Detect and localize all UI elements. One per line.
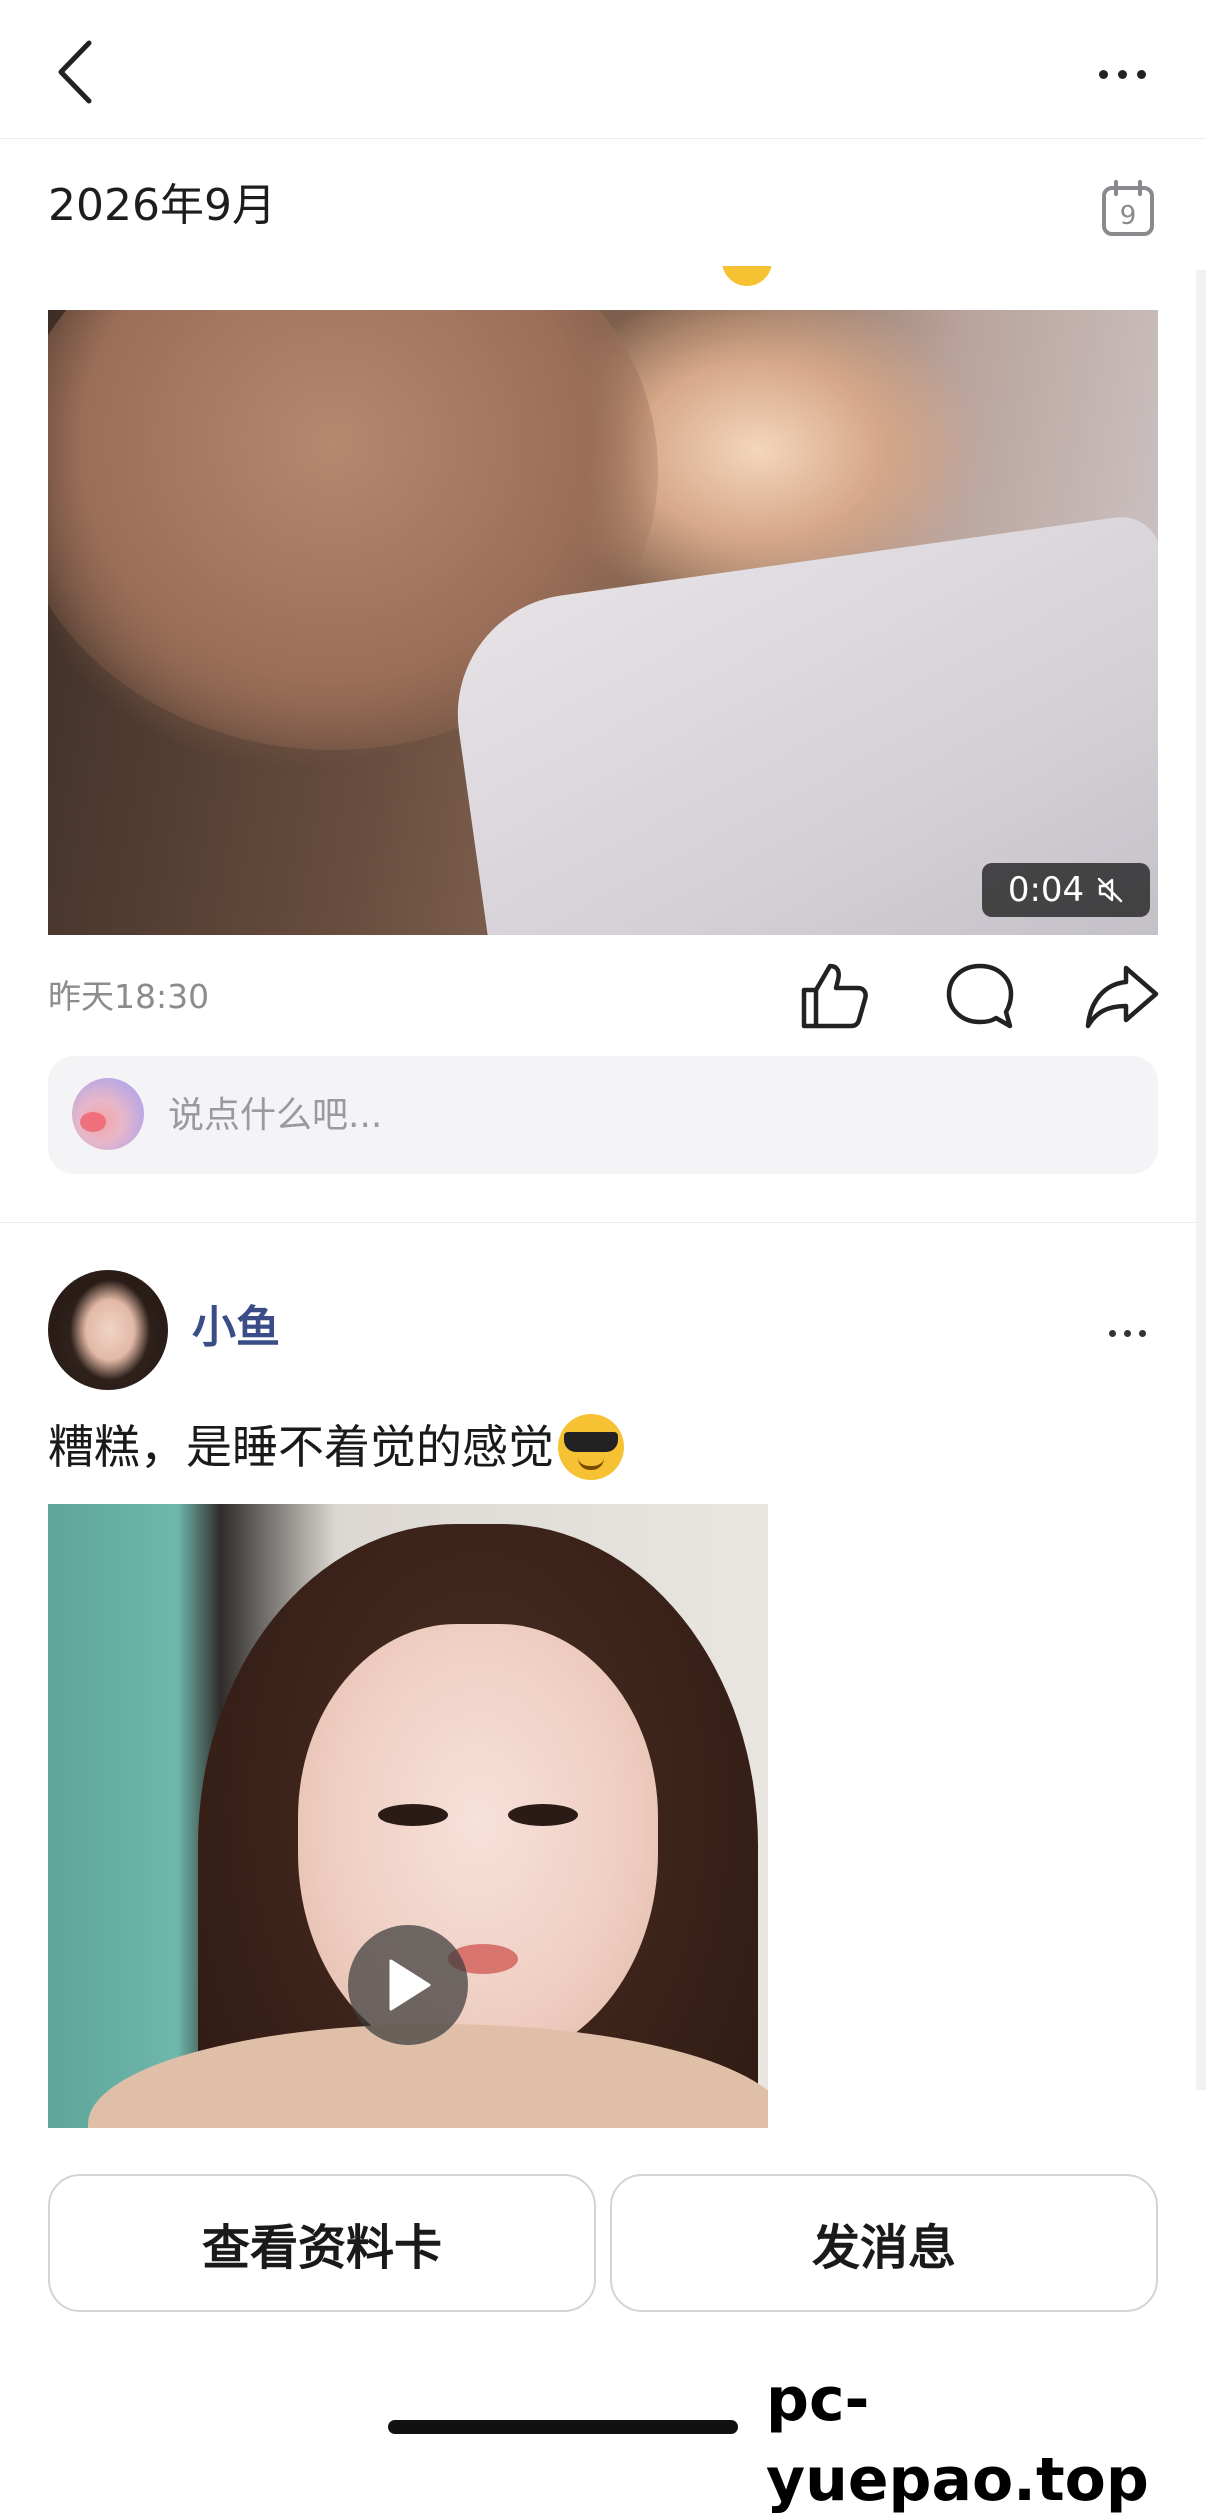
scroll-edge	[1196, 270, 1206, 2090]
share-button[interactable]	[1082, 958, 1162, 1034]
video-subject-eye	[508, 1804, 578, 1826]
like-button[interactable]	[796, 958, 872, 1034]
author-username[interactable]: 小鱼	[192, 1300, 280, 1356]
chevron-left-icon	[58, 40, 92, 104]
comment-input-placeholder[interactable]: 说点什么吧...	[168, 1093, 382, 1139]
video-duration: 0:04	[1007, 870, 1085, 910]
emoji-peek	[722, 266, 772, 286]
month-label: 2026年9月	[48, 180, 276, 231]
more-horizontal-icon	[1105, 1322, 1150, 1341]
video-subject-eye	[378, 1804, 448, 1826]
post-divider	[0, 1222, 1206, 1223]
home-indicator[interactable]	[388, 2420, 738, 2434]
back-button[interactable]	[40, 30, 110, 114]
more-horizontal-icon	[1094, 64, 1151, 83]
post-more-button[interactable]	[1092, 1306, 1162, 1356]
thumbs-up-icon	[801, 963, 868, 1029]
more-options-button[interactable]	[1082, 40, 1162, 106]
author-avatar[interactable]	[48, 1270, 168, 1390]
post-caption-text: 糟糕，是睡不着觉的感觉	[48, 1420, 554, 1474]
view-profile-card-button[interactable]: 查看资料卡	[48, 2174, 596, 2312]
post-video-1[interactable]	[48, 310, 1158, 935]
my-avatar	[72, 1078, 144, 1150]
video-duration-badge: 0:04	[982, 863, 1150, 917]
play-button[interactable]	[348, 1925, 468, 2045]
post-caption: 糟糕，是睡不着觉的感觉	[48, 1414, 624, 1480]
play-icon	[389, 1959, 431, 2011]
watermark-text: pc-yuepao.top	[758, 2360, 1206, 2520]
calendar-day: 9	[1120, 201, 1137, 231]
muted-speaker-icon[interactable]	[1096, 876, 1124, 904]
top-nav-bar	[0, 0, 1206, 139]
post-timestamp: 昨天18:30	[48, 977, 210, 1016]
send-message-button[interactable]: 发消息	[610, 2174, 1158, 2312]
calendar-icon: 9	[1102, 180, 1154, 236]
calendar-button[interactable]: 9	[1100, 178, 1156, 238]
share-arrow-icon	[1085, 965, 1159, 1029]
comment-bubble-icon	[946, 963, 1014, 1029]
comment-button[interactable]	[942, 958, 1018, 1034]
sunglasses-emoji-icon	[558, 1414, 624, 1480]
